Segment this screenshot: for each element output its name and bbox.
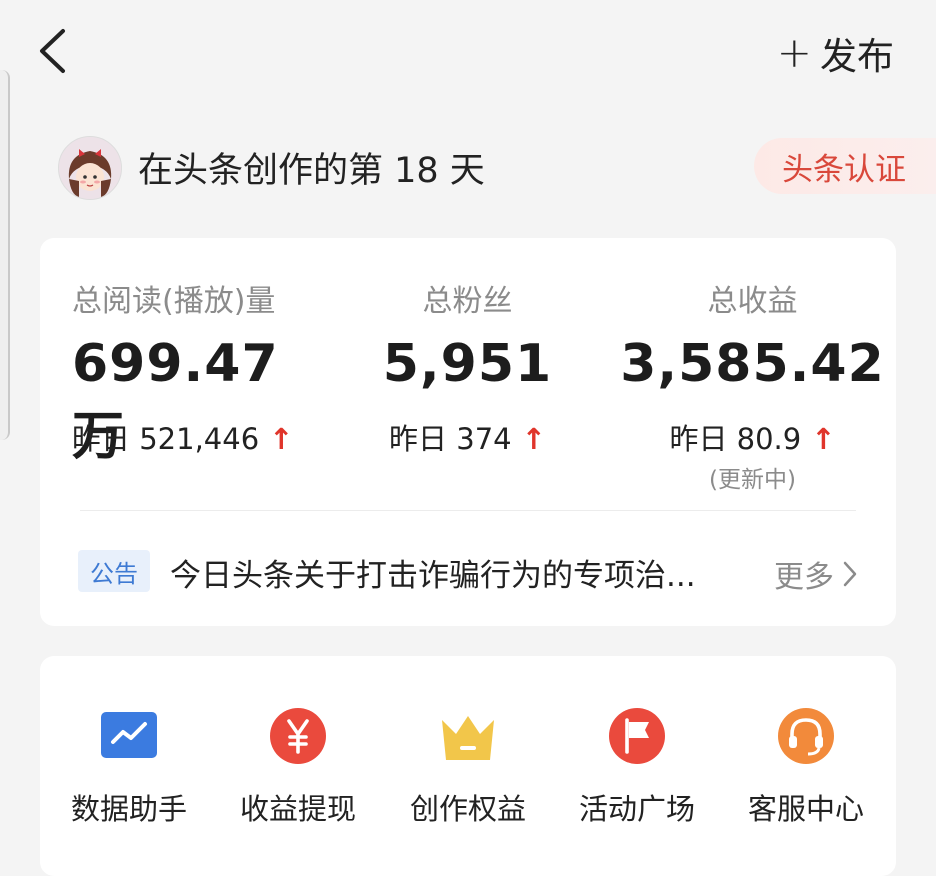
tool-label: 创作权益 [409,792,526,826]
announcement-text[interactable]: 今日头条关于打击诈骗行为的专项治... [170,550,696,595]
yen-icon [270,708,326,764]
more-link[interactable]: 更多 [774,552,858,596]
profile-row: 在头条创作的第 18 天 头条认证 [58,134,936,200]
back-button[interactable] [30,26,74,76]
avatar[interactable] [58,136,122,200]
stat-yesterday: 昨日 521,446 ↑ [40,416,325,458]
stat-label: 总收益 [707,284,798,319]
announcement-tag: 公告 [78,550,150,592]
stat-value: 5,951 [382,334,553,394]
stat-yesterday-value: 昨日 521,446 [72,422,260,456]
creation-days-text: 在头条创作的第 18 天 [138,151,485,191]
plus-icon: + [776,28,812,77]
stat-label: 总阅读(播放)量 [72,284,276,319]
publish-label: 发布 [820,35,894,78]
top-bar: + 发布 [0,0,936,110]
stat-yesterday-value: 昨日 374 [389,422,512,456]
arrow-up-icon: ↑ [811,422,836,456]
left-edge-handle [0,70,10,440]
tool-data-assistant[interactable]: 数据助手 [44,706,214,826]
stat-yesterday-value: 昨日 80.9 [669,422,802,456]
headset-icon [778,708,834,764]
chevron-left-icon [40,29,65,73]
toutiao-certification-badge[interactable]: 头条认证 [754,138,936,194]
cartoon-girl-avatar-icon [59,137,121,199]
arrow-up-icon: ↑ [521,422,546,456]
flag-icon [609,708,665,764]
tool-label: 活动广场 [578,792,695,826]
tool-creator-benefits[interactable]: 创作权益 [383,706,553,826]
tools-card: 数据助手 收益提现 创作权益 活动广场 客服中心 [40,656,896,876]
chevron-right-icon [843,561,857,587]
tool-earnings-withdraw[interactable]: 收益提现 [213,706,383,826]
stat-label: 总粉丝 [422,284,513,319]
arrow-up-icon: ↑ [269,422,294,456]
divider [80,510,856,511]
crown-icon [442,716,494,760]
updating-note: (更新中) [709,467,796,493]
more-label: 更多 [774,560,834,595]
stats-card: 总阅读(播放)量 699.47万 昨日 521,446 ↑ 总粉丝 5,951 昨… [40,238,896,626]
publish-button[interactable]: + 发布 [776,28,894,79]
tool-label: 客服中心 [747,792,864,826]
tool-label: 数据助手 [70,792,187,826]
announcement-row[interactable]: 公告 今日头条关于打击诈骗行为的专项治... 更多 [78,542,858,598]
stat-value: 3,585.42 [620,334,885,394]
stat-yesterday: 昨日 80.9 ↑ [610,416,895,458]
chart-icon [101,712,157,758]
stat-yesterday: 昨日 374 ↑ [325,416,610,458]
tool-label: 收益提现 [239,792,356,826]
tool-activity-square[interactable]: 活动广场 [552,706,722,826]
tool-customer-service[interactable]: 客服中心 [721,706,891,826]
